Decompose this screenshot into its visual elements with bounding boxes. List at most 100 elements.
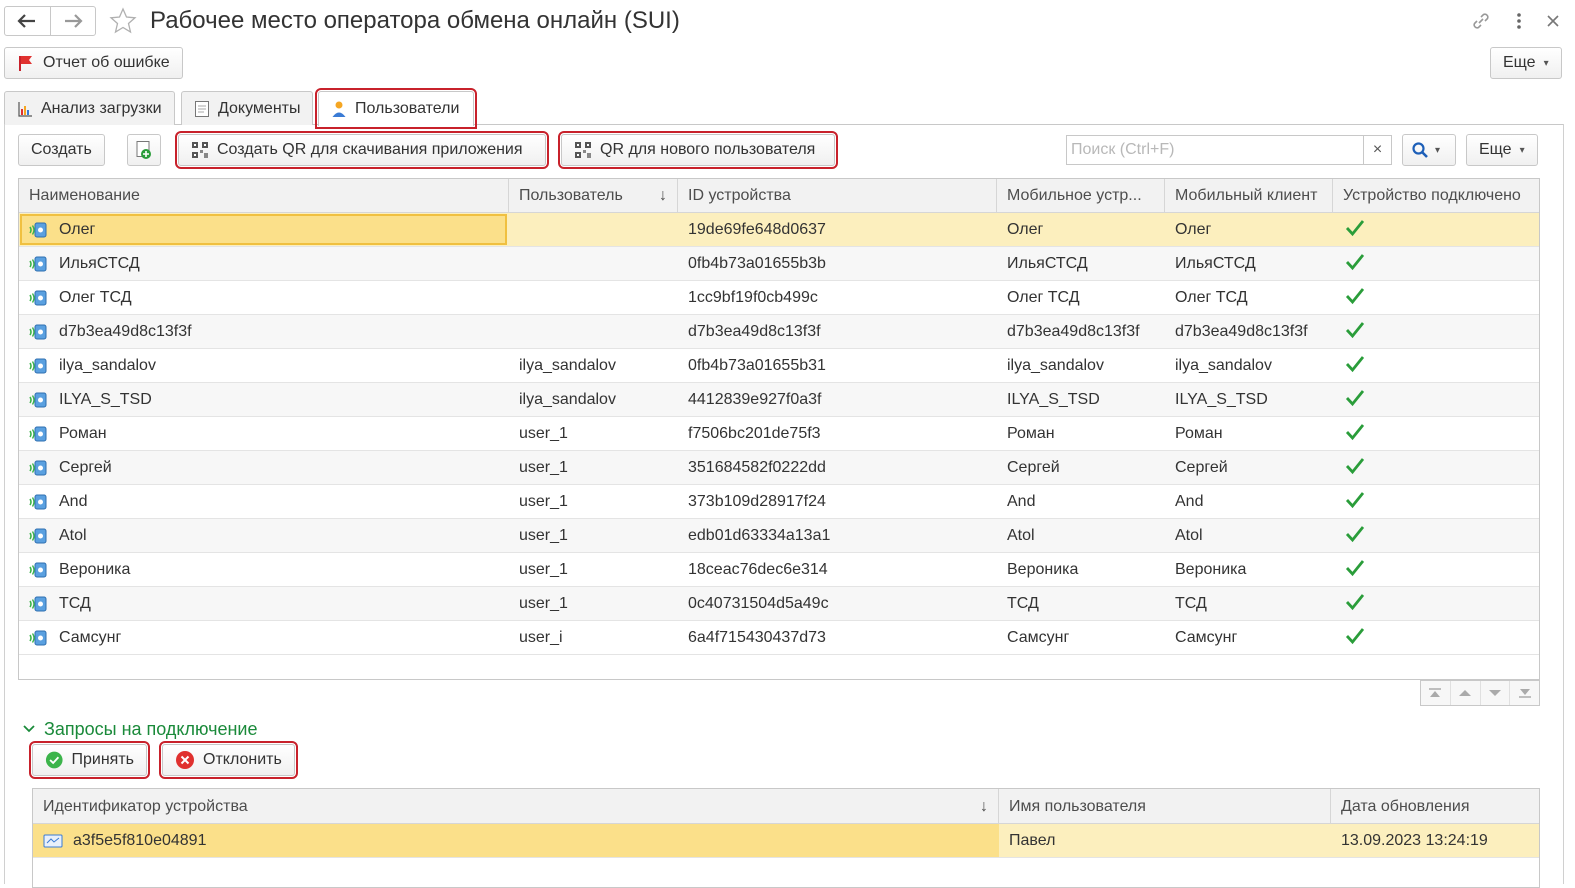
close-icon: × (1372, 141, 1383, 158)
scroll-last-button[interactable] (1509, 681, 1539, 705)
table-row[interactable]: ILYA_S_TSD ilya_sandalov 4412839e927f0a3f I… (19, 383, 1539, 417)
more-vertical-icon[interactable] (1506, 8, 1532, 34)
mobile-device-cell: Atol (1007, 527, 1035, 544)
back-button[interactable] (5, 7, 50, 35)
table-row[interactable]: And user_1 373b109d28917f24 And And (19, 485, 1539, 519)
name-cell: ilya_sandalov (59, 357, 156, 374)
device-id-cell: 4412839e927f0a3f (688, 391, 822, 408)
connected-cell (1333, 417, 1539, 450)
table-row[interactable]: Олег 19de69fe648d0637 Олег Олег (19, 213, 1539, 247)
table-row[interactable]: Роман user_1 f7506bc201de75f3 Роман Роман (19, 417, 1539, 451)
forward-button[interactable] (49, 7, 96, 35)
search-input[interactable] (1067, 136, 1363, 164)
scroll-first-button[interactable] (1421, 681, 1450, 705)
device-id-cell: 1cc9bf19f0cb499c (688, 289, 818, 306)
column-header-mobile-device[interactable]: Мобильное устр... (997, 179, 1165, 213)
name-cell: Олег (59, 221, 96, 238)
more-button-top[interactable]: Еще ▾ (1490, 47, 1562, 79)
mobile-device-cell: Самсунг (1007, 629, 1070, 646)
column-header-device-id[interactable]: Идентификатор устройства ↓ (33, 789, 999, 824)
user-cell (509, 315, 678, 348)
first-icon (1429, 688, 1442, 697)
table-row[interactable]: ТСД user_1 0c40731504d5a49c ТСД ТСД (19, 587, 1539, 621)
name-cell: ILYA_S_TSD (59, 391, 152, 408)
create-button[interactable]: Создать (18, 134, 105, 166)
mobile-device-cell: Олег ТСД (1007, 289, 1080, 306)
mobile-device-cell: ILYA_S_TSD (1007, 391, 1100, 408)
error-report-label: Отчет об ошибке (43, 54, 170, 71)
create-qr-app-button[interactable]: Создать QR для скачивания приложения (175, 131, 549, 169)
column-header-name[interactable]: Наименование (19, 179, 509, 213)
chevron-down-icon: ▾ (1435, 144, 1441, 156)
tab-load-analysis[interactable]: Анализ загрузки (4, 91, 175, 125)
qr-new-user-button[interactable]: QR для нового пользователя (558, 131, 838, 169)
scroll-up-button[interactable] (1449, 681, 1480, 705)
tab-users[interactable]: Пользователи (315, 88, 477, 129)
requests-section-toggle[interactable]: Запросы на подключение (22, 716, 258, 742)
close-icon[interactable] (1540, 8, 1566, 34)
more-button-users[interactable]: Еще ▾ (1466, 134, 1538, 166)
mobile-client-cell: Роман (1175, 425, 1223, 442)
name-cell: ИльяСТСД (59, 255, 140, 272)
column-header-user-name[interactable]: Имя пользователя (999, 789, 1331, 824)
mobile-device-cell: Вероника (1007, 561, 1079, 578)
checkmark-icon (1345, 288, 1365, 305)
search-button[interactable]: ▾ (1402, 134, 1456, 166)
name-cell: Вероника (59, 561, 131, 578)
more-label: Еще (1503, 54, 1536, 71)
connected-cell (1333, 451, 1539, 484)
chevron-down-icon: ▾ (1519, 144, 1525, 156)
column-header-connected[interactable]: Устройство подключено (1333, 179, 1539, 213)
error-report-button[interactable]: Отчет об ошибке (4, 47, 183, 79)
table-row[interactable]: ИльяСТСД 0fb4b73a01655b3b ИльяСТСД ИльяСТСД (19, 247, 1539, 281)
table-row[interactable]: ilya_sandalov ilya_sandalov 0fb4b73a01655b… (19, 349, 1539, 383)
link-icon[interactable] (1468, 8, 1494, 34)
user-cell: user_1 (519, 425, 568, 442)
name-cell: Роман (59, 425, 107, 442)
accept-button[interactable]: Принять (29, 741, 150, 779)
tab-documents[interactable]: Документы (181, 91, 314, 125)
column-header-user[interactable]: Пользователь ↓ (509, 179, 678, 213)
more-label: Еще (1479, 141, 1512, 158)
mobile-device-cell: And (1007, 493, 1036, 510)
device-id-cell: d7b3ea49d8c13f3f (688, 323, 821, 340)
table-row[interactable]: Atol user_1 edb01d63334a13a1 Atol Atol (19, 519, 1539, 553)
favorite-star-icon[interactable] (108, 6, 138, 36)
user-cell: user_1 (519, 527, 568, 544)
mobile-client-cell: Олег ТСД (1175, 289, 1248, 306)
column-header-mobile-client[interactable]: Мобильный клиент (1165, 179, 1333, 213)
requests-section-title: Запросы на подключение (44, 719, 258, 739)
scroll-down-button[interactable] (1479, 681, 1510, 705)
tab-label: Документы (218, 99, 301, 117)
create-qr-app-label: Создать QR для скачивания приложения (217, 141, 523, 158)
name-cell: And (59, 493, 88, 510)
mobile-client-cell: Atol (1175, 527, 1203, 544)
connected-cell (1333, 349, 1539, 382)
reject-button[interactable]: Отклонить (159, 741, 298, 779)
user-cell (509, 281, 678, 314)
clear-search-button[interactable]: × (1363, 136, 1391, 164)
name-cell: Олег ТСД (59, 289, 132, 306)
checkmark-icon (1345, 492, 1365, 509)
down-icon (1488, 690, 1501, 696)
table-row[interactable]: Вероника user_1 18ceac76dec6e314 Вероника Ве… (19, 553, 1539, 587)
user-icon (332, 101, 346, 117)
table-row[interactable]: Самсунг user_i 6a4f715430437d73 Самсунг Самс… (19, 621, 1539, 655)
device-id-cell: 19de69fe648d0637 (688, 221, 826, 238)
accept-label: Принять (71, 751, 135, 768)
mobile-client-cell: Самсунг (1175, 629, 1238, 646)
table-row[interactable]: a3f5e5f810e04891 Павел 13.09.2023 13:24:… (33, 824, 1539, 858)
add-copy-button[interactable] (127, 134, 161, 166)
table-row[interactable]: d7b3ea49d8c13f3f d7b3ea49d8c13f3f d7b3ea49… (19, 315, 1539, 349)
chevron-down-icon (23, 725, 35, 733)
user-cell: ilya_sandalov (519, 357, 616, 374)
user-cell: ilya_sandalov (519, 391, 616, 408)
mobile-device-cell: Олег (1007, 221, 1044, 238)
table-row[interactable]: Сергей user_1 351684582f0222dd Сергей Сергей (19, 451, 1539, 485)
table-row[interactable]: Олег ТСД 1cc9bf19f0cb499c Олег ТСД Олег ТСД (19, 281, 1539, 315)
connected-cell (1333, 247, 1539, 280)
checkmark-icon (1345, 526, 1365, 543)
column-header-updated[interactable]: Дата обновления (1331, 789, 1539, 824)
column-header-device-id-label: Идентификатор устройства (43, 798, 248, 815)
column-header-device-id[interactable]: ID устройства (678, 179, 997, 213)
